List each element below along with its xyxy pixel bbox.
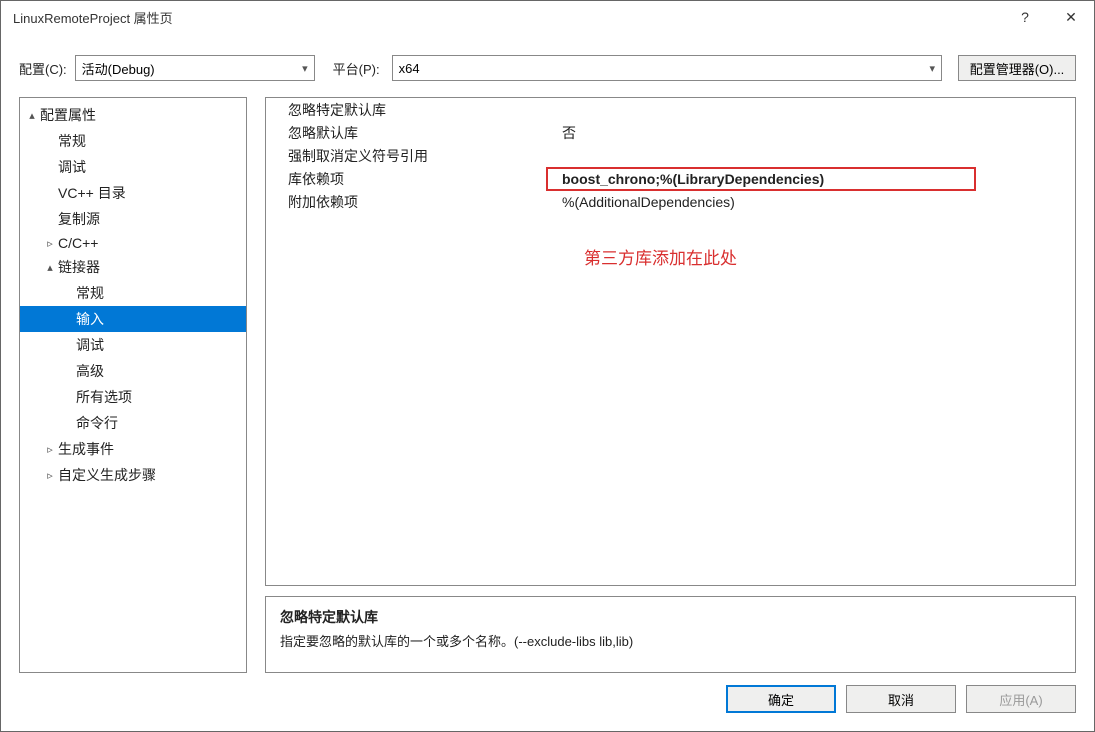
chevron-down-icon: ▾: [929, 62, 935, 75]
expand-icon: ▴: [26, 109, 38, 122]
expand-icon: ▹: [44, 237, 56, 250]
titlebar: LinuxRemoteProject 属性页 ? ✕: [1, 1, 1094, 33]
property-row[interactable]: 附加依赖项%(AdditionalDependencies): [266, 190, 1075, 213]
property-row[interactable]: 忽略默认库否: [266, 121, 1075, 144]
tree-item-label: 所有选项: [74, 387, 132, 407]
dialog-footer: 确定 取消 应用(A): [1, 673, 1094, 713]
description-title: 忽略特定默认库: [280, 607, 1061, 627]
tree-item-label: 调试: [56, 157, 86, 177]
property-name: 忽略特定默认库: [266, 100, 556, 120]
property-name: 附加依赖项: [266, 192, 556, 212]
property-row[interactable]: 忽略特定默认库: [266, 98, 1075, 121]
apply-button[interactable]: 应用(A): [966, 685, 1076, 713]
tree-item-label: C/C++: [56, 235, 98, 251]
tree-item[interactable]: 复制源: [20, 206, 246, 232]
description-panel: 忽略特定默认库 指定要忽略的默认库的一个或多个名称。(--exclude-lib…: [265, 596, 1076, 673]
platform-select[interactable]: x64 ▾: [392, 55, 942, 81]
tree-item-label: 常规: [74, 283, 104, 303]
tree-item[interactable]: 调试: [20, 332, 246, 358]
config-toolbar: 配置(C): 活动(Debug) ▾ 平台(P): x64 ▾ 配置管理器(O)…: [1, 33, 1094, 97]
tree-item[interactable]: ▴配置属性: [20, 102, 246, 128]
tree-item-label: 常规: [56, 131, 86, 151]
window-title: LinuxRemoteProject 属性页: [13, 8, 173, 27]
tree-item-label: 高级: [74, 361, 104, 381]
tree-item[interactable]: VC++ 目录: [20, 180, 246, 206]
tree-item-label: 命令行: [74, 413, 118, 433]
cancel-button[interactable]: 取消: [846, 685, 956, 713]
property-row[interactable]: 强制取消定义符号引用: [266, 144, 1075, 167]
tree-item[interactable]: 命令行: [20, 410, 246, 436]
tree-item[interactable]: 所有选项: [20, 384, 246, 410]
property-grid[interactable]: 忽略特定默认库忽略默认库否强制取消定义符号引用库依赖项boost_chrono;…: [265, 97, 1076, 586]
property-row[interactable]: 库依赖项boost_chrono;%(LibraryDependencies): [266, 167, 1075, 190]
tree-item-label: 自定义生成步骤: [56, 465, 156, 485]
tree-item[interactable]: ▹生成事件: [20, 436, 246, 462]
tree-item-label: 复制源: [56, 209, 100, 229]
tree-item-label: 配置属性: [38, 105, 96, 125]
nav-tree[interactable]: ▴配置属性常规调试VC++ 目录复制源▹C/C++▴链接器常规输入调试高级所有选…: [19, 97, 247, 673]
tree-item[interactable]: 输入: [20, 306, 246, 332]
ok-button[interactable]: 确定: [726, 685, 836, 713]
tree-item[interactable]: 常规: [20, 128, 246, 154]
tree-item-label: 输入: [74, 309, 104, 329]
platform-value: x64: [399, 61, 420, 76]
expand-icon: ▹: [44, 443, 56, 456]
tree-item-label: VC++ 目录: [56, 183, 126, 203]
chevron-down-icon: ▾: [302, 62, 308, 75]
property-value[interactable]: boost_chrono;%(LibraryDependencies): [556, 171, 1075, 187]
property-value[interactable]: 否: [556, 123, 1075, 143]
help-button[interactable]: ?: [1002, 1, 1048, 33]
tree-item-label: 调试: [74, 335, 104, 355]
description-text: 指定要忽略的默认库的一个或多个名称。(--exclude-libs lib,li…: [280, 631, 1061, 650]
platform-label: 平台(P):: [333, 59, 380, 78]
property-name: 库依赖项: [266, 169, 556, 189]
tree-item-label: 链接器: [56, 257, 100, 277]
tree-item[interactable]: 常规: [20, 280, 246, 306]
property-name: 忽略默认库: [266, 123, 556, 143]
close-button[interactable]: ✕: [1048, 1, 1094, 33]
tree-item-label: 生成事件: [56, 439, 114, 459]
expand-icon: ▴: [44, 261, 56, 274]
config-select[interactable]: 活动(Debug) ▾: [75, 55, 315, 81]
tree-item[interactable]: ▹自定义生成步骤: [20, 462, 246, 488]
tree-item[interactable]: ▴链接器: [20, 254, 246, 280]
tree-item[interactable]: ▹C/C++: [20, 232, 246, 254]
tree-item[interactable]: 高级: [20, 358, 246, 384]
tree-item[interactable]: 调试: [20, 154, 246, 180]
config-manager-button[interactable]: 配置管理器(O)...: [958, 55, 1076, 81]
expand-icon: ▹: [44, 469, 56, 482]
config-label: 配置(C):: [19, 59, 67, 78]
config-value: 活动(Debug): [82, 59, 155, 78]
annotation-text: 第三方库添加在此处: [584, 244, 737, 269]
property-value[interactable]: %(AdditionalDependencies): [556, 194, 1075, 210]
property-name: 强制取消定义符号引用: [266, 146, 556, 166]
